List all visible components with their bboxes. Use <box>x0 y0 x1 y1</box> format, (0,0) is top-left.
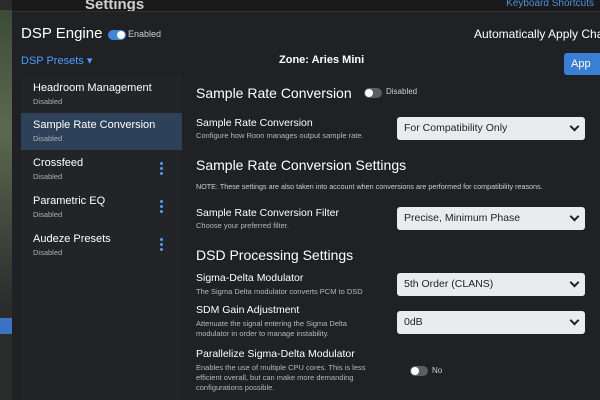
filter-label: Sample Rate Conversion Filter <box>196 207 339 219</box>
sidebar-item-title: Audeze Presets <box>33 233 111 245</box>
sidebar-item-status: Disabled <box>33 248 63 257</box>
sdm-label: Sigma-Delta Modulator <box>196 272 304 284</box>
filter-description: Choose your preferred filter. <box>196 221 289 230</box>
settings-note: NOTE: These settings are also taken into… <box>196 182 543 191</box>
sidebar-item-sample-rate-conversion[interactable]: Sample Rate Conversion Disabled <box>21 113 182 150</box>
chevron-down-icon <box>569 211 580 222</box>
parallel-description-line3: configurations possible. <box>196 383 275 392</box>
sidebar-item-status: Disabled <box>33 172 63 181</box>
background-blue-strip <box>0 318 12 334</box>
more-options-icon[interactable] <box>160 162 164 178</box>
dsp-enabled-toggle[interactable] <box>108 30 126 40</box>
dsp-engine-dialog: DSP Engine Enabled Automatically Apply C… <box>12 11 600 400</box>
sidebar-item-title: Crossfeed <box>33 157 84 169</box>
zone-label: Zone: Aries Mini <box>279 54 365 66</box>
chevron-down-icon <box>569 121 580 132</box>
sdm-select[interactable]: 5th Order (CLANS) <box>397 273 585 296</box>
section-title: Sample Rate Conversion <box>196 85 352 101</box>
dialog-header: DSP Engine Enabled Automatically Apply C… <box>12 12 600 48</box>
dialog-title: DSP Engine <box>21 25 103 42</box>
filter-value: Precise, Minimum Phase <box>404 212 521 224</box>
src-label: Sample Rate Conversion <box>196 117 313 129</box>
sidebar-item-status: Disabled <box>33 134 63 143</box>
dialog-subheader: DSP Presets ▾ Zone: Aries Mini <box>12 50 600 74</box>
src-enable-toggle[interactable] <box>364 88 382 98</box>
gain-value: 0dB <box>404 316 423 328</box>
src-mode-value: For Compatibility Only <box>404 122 508 134</box>
sdm-value: 5th Order (CLANS) <box>404 278 494 290</box>
chevron-down-icon <box>569 277 580 288</box>
gain-select[interactable]: 0dB <box>397 311 585 334</box>
dsp-enabled-label: Enabled <box>128 29 162 39</box>
sidebar-item-crossfeed[interactable]: Crossfeed Disabled <box>21 151 182 188</box>
sdm-description: The Sigma Delta modulator converts PCM t… <box>196 287 363 296</box>
parallel-toggle-label: No <box>432 366 443 375</box>
apply-button[interactable]: App <box>564 53 600 75</box>
src-enable-label: Disabled <box>386 87 418 96</box>
dsp-presets-dropdown[interactable]: DSP Presets ▾ <box>21 54 92 67</box>
auto-apply-label: Automatically Apply Chan <box>474 27 600 41</box>
background-page-edge <box>0 0 12 400</box>
dsp-sidebar: Headroom Management Disabled Sample Rate… <box>21 76 182 400</box>
dsd-section-title: DSD Processing Settings <box>196 247 354 263</box>
filter-select[interactable]: Precise, Minimum Phase <box>397 207 585 230</box>
parallel-toggle[interactable] <box>410 366 428 376</box>
sidebar-item-audeze-presets[interactable]: Audeze Presets Disabled <box>21 227 182 264</box>
gain-label: SDM Gain Adjustment <box>196 304 300 316</box>
background-image-strip <box>0 10 12 310</box>
settings-section-title: Sample Rate Conversion Settings <box>196 157 407 173</box>
sidebar-item-status: Disabled <box>33 210 63 219</box>
sidebar-item-title: Headroom Management <box>33 82 152 94</box>
more-options-icon[interactable] <box>160 200 164 216</box>
src-mode-select[interactable]: For Compatibility Only <box>397 117 585 140</box>
sidebar-item-title: Parametric EQ <box>33 195 106 207</box>
sidebar-item-title: Sample Rate Conversion <box>33 119 156 131</box>
parallel-description-line1: Enables the use of multiple CPU cores. T… <box>196 363 366 372</box>
keyboard-shortcuts-link[interactable]: Keyboard Shortcuts <box>506 0 594 9</box>
gain-description-line2: modulator in order to manage instability… <box>196 329 329 338</box>
parallel-label: Parallelize Sigma-Delta Modulator <box>196 348 355 360</box>
gain-description-line1: Attenuate the signal entering the Sigma … <box>196 319 347 328</box>
sidebar-item-parametric-eq[interactable]: Parametric EQ Disabled <box>21 189 182 226</box>
chevron-down-icon <box>569 315 580 326</box>
src-description: Configure how Roon manages output sample… <box>196 131 364 140</box>
parallel-description-line2: efficient overall, but can make more dem… <box>196 373 354 382</box>
more-options-icon[interactable] <box>160 238 164 254</box>
sidebar-item-status: Disabled <box>33 97 63 106</box>
sidebar-item-headroom[interactable]: Headroom Management Disabled <box>21 76 182 113</box>
